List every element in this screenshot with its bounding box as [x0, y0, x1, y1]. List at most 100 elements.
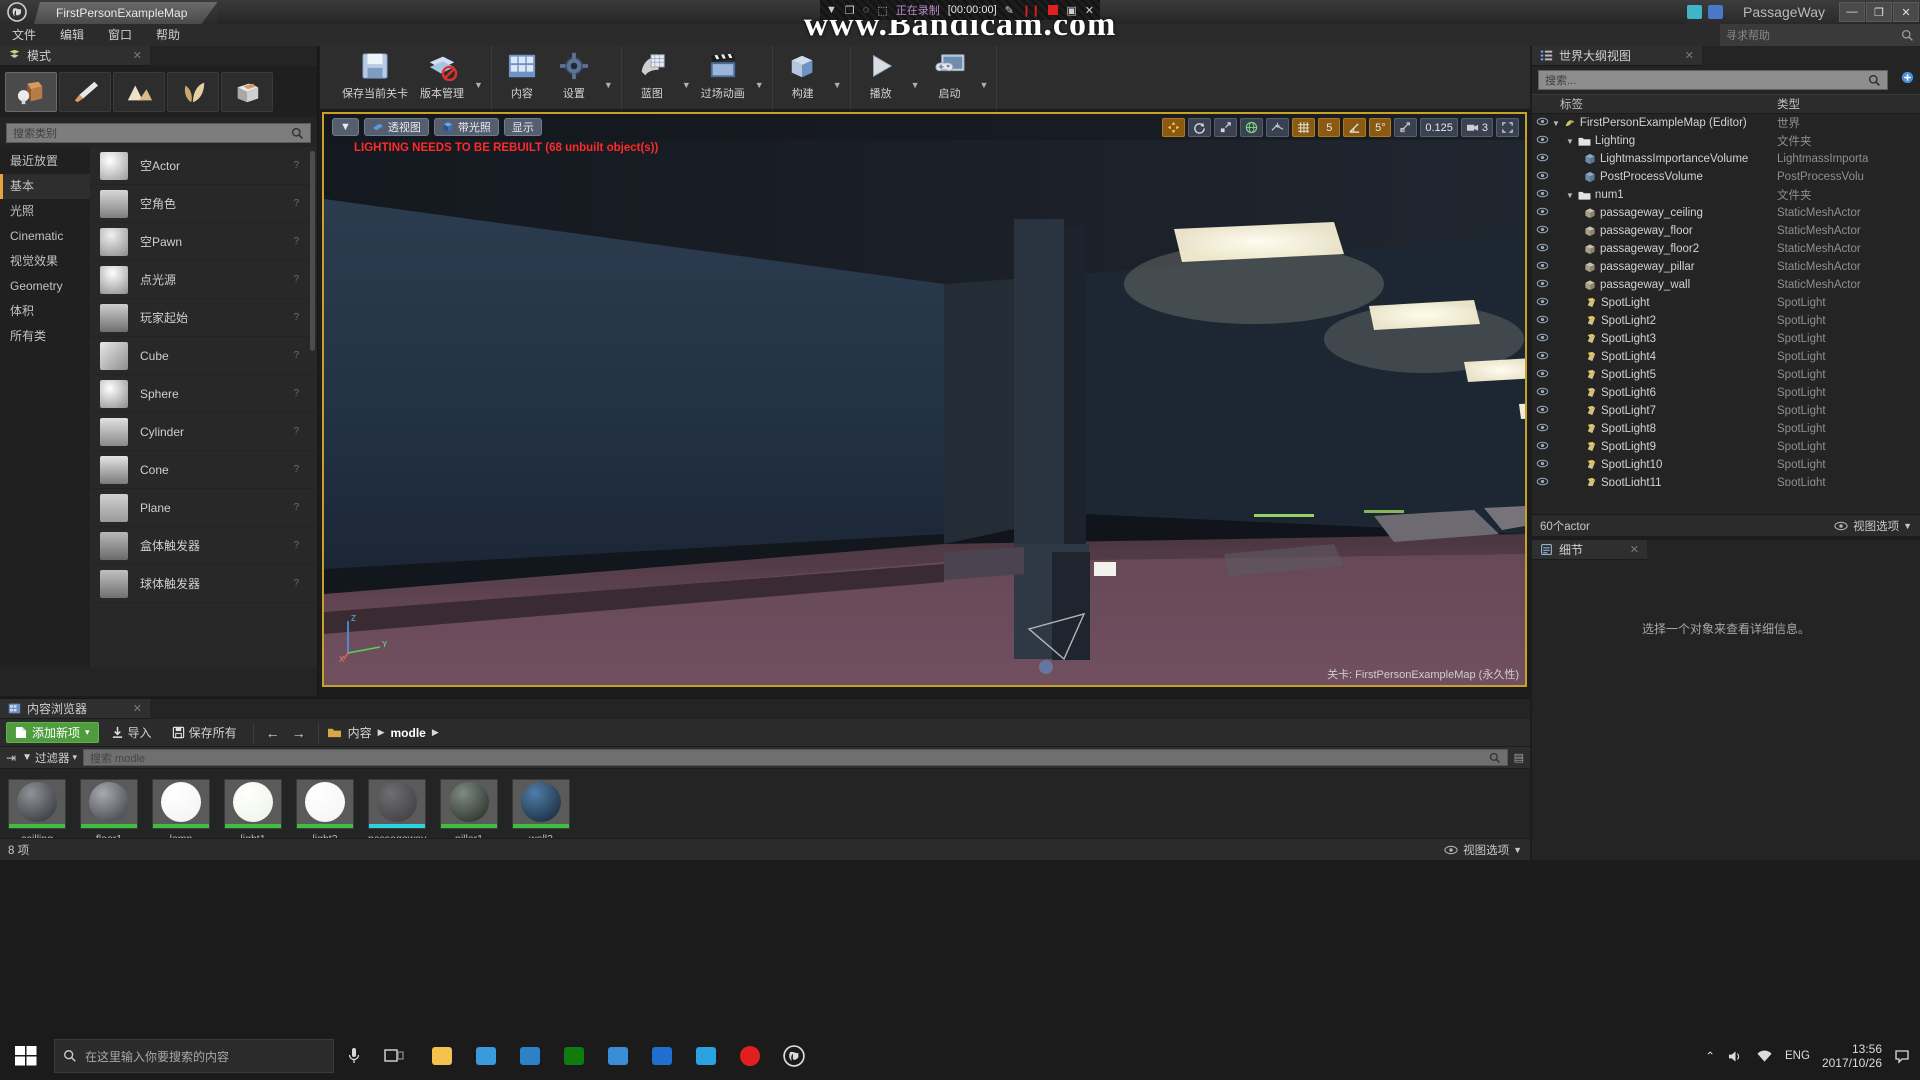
modes-category-1[interactable]: 基本 — [0, 174, 90, 199]
eye-icon[interactable] — [1532, 225, 1552, 237]
content-search-input[interactable]: 搜索 modle — [83, 749, 1508, 766]
modes-item-help-icon[interactable]: ? — [293, 312, 299, 323]
eye-icon[interactable] — [1532, 315, 1552, 327]
surface-snap[interactable] — [1266, 118, 1290, 137]
modes-category-4[interactable]: 视觉效果 — [0, 249, 90, 274]
eye-icon[interactable] — [1532, 207, 1552, 219]
stop-icon[interactable] — [1048, 5, 1059, 15]
toolbar-button-launch-gamepad[interactable]: 启动 — [924, 46, 976, 101]
modes-item-10[interactable]: 盒体触发器? — [90, 527, 317, 565]
bandicam-close-icon[interactable]: ✕ — [1085, 4, 1094, 17]
maximize-viewport[interactable] — [1496, 118, 1519, 137]
eye-icon[interactable] — [1532, 405, 1552, 417]
breadcrumb-content[interactable]: 内容 — [348, 724, 372, 741]
details-tab[interactable]: 细节 ✕ — [1532, 540, 1647, 560]
file-explorer-icon[interactable] — [422, 1034, 462, 1078]
outliner-view-options[interactable]: 视图选项 — [1853, 518, 1899, 534]
scale-snap-value[interactable]: 0.125 — [1420, 118, 1458, 137]
grid-snap-value[interactable]: 5 — [1318, 118, 1341, 137]
modes-item-1[interactable]: 空角色? — [90, 185, 317, 223]
grid-snap-toggle[interactable] — [1292, 118, 1316, 137]
asset-item[interactable]: passageway — [368, 779, 426, 845]
pause-icon[interactable]: ❙❙ — [1022, 4, 1040, 17]
unreal-icon[interactable] — [774, 1034, 814, 1078]
clock[interactable]: 13:56 2017/10/26 — [1822, 1042, 1882, 1070]
microphone-icon[interactable] — [334, 1034, 374, 1078]
outliner-row[interactable]: passageway_floor2 StaticMeshActor — [1532, 240, 1920, 258]
toolbar-button-caret-icon[interactable]: ▼ — [600, 80, 617, 90]
outliner-row[interactable]: SpotLight8 SpotLight — [1532, 420, 1920, 438]
modes-item-7[interactable]: Cylinder? — [90, 413, 317, 451]
modes-item-help-icon[interactable]: ? — [293, 388, 299, 399]
modes-item-3[interactable]: 点光源? — [90, 261, 317, 299]
filters-button[interactable]: ▼ 过滤器 ▾ — [22, 750, 77, 766]
modes-item-8[interactable]: Cone? — [90, 451, 317, 489]
rotation-snap-toggle[interactable] — [1343, 118, 1367, 137]
toolbar-button-content[interactable]: 内容 — [496, 46, 548, 101]
outliner-row[interactable]: ▼ FirstPersonExampleMap (Editor) 世界 — [1532, 114, 1920, 132]
details-close-icon[interactable]: ✕ — [1630, 543, 1639, 556]
outliner-tab[interactable]: 世界大纲视图 ✕ — [1532, 46, 1702, 66]
outliner-row[interactable]: SpotLight SpotLight — [1532, 294, 1920, 312]
chevron-right-icon[interactable]: ▶ — [378, 727, 385, 738]
arrow-left-icon[interactable]: ← — [262, 725, 284, 741]
modes-item-4[interactable]: 玩家起始? — [90, 299, 317, 337]
eye-icon[interactable] — [1532, 171, 1552, 183]
outliner-close-icon[interactable]: ✕ — [1685, 49, 1694, 62]
modes-category-0[interactable]: 最近放置 — [0, 149, 90, 174]
asset-item[interactable]: light1 — [224, 779, 282, 845]
modes-search-input[interactable]: 搜索类别 — [6, 123, 311, 143]
chevron-right-icon[interactable]: ▶ — [432, 727, 439, 738]
rotation-snap-value[interactable]: 5° — [1369, 118, 1392, 137]
outliner-search-input[interactable]: 搜索... — [1538, 70, 1888, 90]
record-icon[interactable] — [730, 1034, 770, 1078]
eye-icon[interactable] — [1532, 333, 1552, 345]
eye-icon[interactable] — [1532, 369, 1552, 381]
expander-icon[interactable]: ▼ — [1566, 191, 1574, 200]
modes-item-0[interactable]: 空Actor? — [90, 147, 317, 185]
view-mode-button[interactable]: 透视图 — [363, 118, 429, 136]
landscape-mode-button[interactable] — [113, 72, 165, 112]
import-button[interactable]: 导入 — [103, 722, 160, 743]
outliner-col-name[interactable]: 标签 — [1532, 96, 1777, 112]
eye-icon[interactable] — [1532, 279, 1552, 291]
foliage-mode-button[interactable] — [167, 72, 219, 112]
modes-item-9[interactable]: Plane? — [90, 489, 317, 527]
eye-icon[interactable] — [1532, 135, 1552, 147]
toolbar-button-caret-icon[interactable]: ▼ — [678, 80, 695, 90]
caret-down-icon[interactable]: ▼ — [826, 4, 837, 16]
content-browser-close-icon[interactable]: ✕ — [133, 702, 142, 715]
browser2-icon[interactable] — [686, 1034, 726, 1078]
world-space-toggle[interactable] — [1240, 118, 1264, 137]
camera-speed[interactable]: 3 — [1460, 118, 1493, 137]
place-mode-button[interactable] — [5, 72, 57, 112]
asset-item[interactable]: ceilling — [8, 779, 66, 845]
modes-close-icon[interactable]: ✕ — [133, 49, 142, 62]
eye-icon[interactable] — [1532, 477, 1552, 486]
eye-icon[interactable] — [1532, 189, 1552, 201]
modes-category-7[interactable]: 所有类 — [0, 324, 90, 349]
toolbar-button-blueprint[interactable]: 蓝图 — [626, 46, 678, 101]
modes-category-6[interactable]: 体积 — [0, 299, 90, 324]
toolbar-button-build-cube[interactable]: 构建 — [777, 46, 829, 101]
outliner-row[interactable]: passageway_ceiling StaticMeshActor — [1532, 204, 1920, 222]
eye-icon[interactable] — [1532, 243, 1552, 255]
outliner-row[interactable]: SpotLight10 SpotLight — [1532, 456, 1920, 474]
add-new-button[interactable]: 添加新项 ▾ — [6, 722, 99, 743]
show-menu-button[interactable]: 显示 — [503, 118, 542, 136]
language-indicator[interactable]: ENG — [1785, 1050, 1810, 1062]
save-all-button[interactable]: 保存所有 — [164, 722, 245, 743]
sources-toggle-icon[interactable]: ⇥ — [6, 751, 16, 765]
modes-item-help-icon[interactable]: ? — [293, 464, 299, 475]
paint-mode-button[interactable] — [59, 72, 111, 112]
taskbar-search-input[interactable]: 在这里输入你要搜索的内容 — [54, 1039, 334, 1073]
outliner-row[interactable]: SpotLight6 SpotLight — [1532, 384, 1920, 402]
outliner-row[interactable]: SpotLight11 SpotLight — [1532, 474, 1920, 486]
window-icon[interactable]: ❐ — [845, 4, 855, 17]
store-icon[interactable] — [466, 1034, 506, 1078]
asset-item[interactable]: floor1 — [80, 779, 138, 845]
modes-item-help-icon[interactable]: ? — [293, 502, 299, 513]
arrow-right-icon[interactable]: → — [288, 725, 310, 741]
content-browser-tab[interactable]: 内容浏览器 ✕ — [0, 699, 150, 719]
toolbar-button-caret-icon[interactable]: ▼ — [751, 80, 768, 90]
